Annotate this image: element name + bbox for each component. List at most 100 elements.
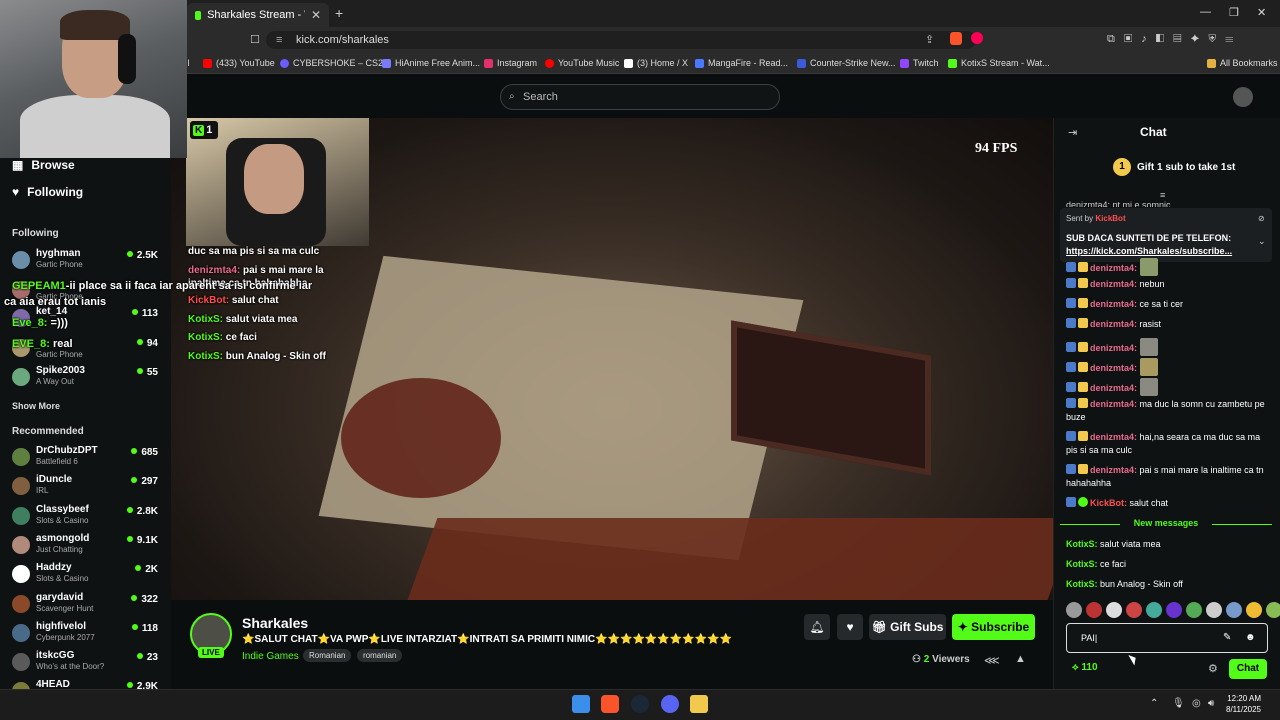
chat-input[interactable]: PAI| ✎ ☻ xyxy=(1066,623,1268,653)
window-close-icon[interactable]: ✕ xyxy=(1257,6,1266,19)
bookmark-item[interactable]: KotixS Stream - Wat... xyxy=(948,58,1050,68)
emote-icon[interactable] xyxy=(1226,602,1242,618)
chevron-down-icon[interactable]: ⌄ xyxy=(1258,236,1266,247)
bookmark-item[interactable]: Twitch xyxy=(900,58,939,68)
bookmark-item[interactable]: YouTube Music xyxy=(545,58,619,68)
gift-sub-banner[interactable]: 1 Gift 1 sub to take 1st xyxy=(1113,158,1235,176)
emote-icon[interactable] xyxy=(1066,602,1082,618)
sidebar-channel[interactable]: Classybeef Slots & Casino 2.8K xyxy=(12,504,162,530)
category-link[interactable]: Indie Games xyxy=(242,651,299,662)
notification-bell-icon[interactable]: 🔔︎ xyxy=(804,614,830,640)
bookmark-item[interactable]: CYBERSHOKE – CS2... xyxy=(280,58,391,68)
bookmark-icon[interactable]: ☐ xyxy=(250,33,260,46)
folder-icon xyxy=(1207,58,1216,68)
maximize-icon[interactable]: ❐ xyxy=(1229,6,1239,19)
new-tab-icon[interactable]: + xyxy=(335,5,343,21)
close-tab-icon[interactable]: ✕ xyxy=(311,8,321,22)
sidebar-channel[interactable]: itskcGG Who's at the Door? 23 xyxy=(12,650,162,676)
site-info-icon[interactable]: ≡ xyxy=(276,31,282,49)
bookmark-item[interactable]: (3) Home / X xyxy=(624,58,688,68)
chat-message: denizmta4: hai,na seara ca ma duc sa ma … xyxy=(1066,431,1261,455)
bookmark-item[interactable]: HiAnime Free Anim... xyxy=(382,58,480,68)
emote-icon[interactable] xyxy=(1166,602,1182,618)
emote-icon[interactable] xyxy=(1206,602,1222,618)
subscribe-link[interactable]: https://kick.com/Sharkales/subscribe... xyxy=(1066,245,1256,258)
toolbar-icons[interactable]: ⧉▣♪◧▤✦⛨☰ xyxy=(1107,33,1242,46)
channel-points[interactable]: ⟡ 110 xyxy=(1072,662,1098,673)
sidebar-channel[interactable]: garydavid Scavenger Hunt 322 xyxy=(12,592,162,618)
bookmark-item[interactable]: Counter-Strike New... xyxy=(797,58,896,68)
system-clock[interactable]: 12:20 AM 8/11/2025 xyxy=(1226,693,1261,715)
chat-message: KickBot: salut chat xyxy=(1066,497,1271,510)
chat-message: KotixS: salut viata mea xyxy=(1066,539,1161,549)
all-bookmarks[interactable]: All Bookmarks xyxy=(1207,58,1278,68)
url-field[interactable]: ≡ kick.com/sharkales xyxy=(266,31,976,49)
subscribe-button[interactable]: ✦ Subscribe xyxy=(952,614,1035,640)
sidebar-channel[interactable]: iDuncle IRL 297 xyxy=(12,474,162,500)
cybershoke-icon xyxy=(280,58,289,68)
minimize-icon[interactable]: — xyxy=(1200,6,1211,18)
sidebar-channel[interactable]: 4HEAD 2.9K xyxy=(12,679,162,689)
volume-icon[interactable]: 🔊︎ xyxy=(1208,698,1214,709)
unpin-icon[interactable]: ⊘ xyxy=(1258,214,1265,223)
emote-icon[interactable] xyxy=(1186,602,1202,618)
sidebar-channel[interactable]: DrChubzDPT Battlefield 6 685 xyxy=(12,445,162,471)
chat-settings-gear-icon[interactable]: ⚙ xyxy=(1208,662,1218,675)
quick-emote-bar xyxy=(1066,602,1280,620)
instagram-icon xyxy=(484,58,493,68)
brave-browser-icon[interactable] xyxy=(601,695,619,713)
pinned-message[interactable]: Sent by KickBot ⊘ ⌄ SUB DACA SUNTETI DE … xyxy=(1060,208,1272,262)
emoji-picker-icon[interactable]: ☻ xyxy=(1245,624,1256,652)
tray-chevron-icon[interactable]: ⌃ xyxy=(1150,698,1158,709)
chat-message: KotixS: ce faci xyxy=(1066,559,1127,569)
chat-message: denizmta4: nebun xyxy=(1066,278,1271,291)
avatar xyxy=(12,565,30,583)
emote-icon[interactable] xyxy=(1086,602,1102,618)
collapse-chat-icon[interactable]: ⇥ xyxy=(1068,126,1077,139)
bookmark-item[interactable]: Instagram xyxy=(484,58,537,68)
emote-icon[interactable] xyxy=(1146,602,1162,618)
brave-shield-icon[interactable] xyxy=(950,32,962,45)
report-icon[interactable]: ▲ xyxy=(1015,653,1026,665)
user-avatar[interactable] xyxy=(1233,87,1253,107)
show-more-link[interactable]: Show More xyxy=(12,401,60,411)
sidebar-channel[interactable]: hyghman Gartic Phone 2.5K xyxy=(12,248,162,274)
tag-romanian[interactable]: Romanian xyxy=(303,649,352,662)
file-explorer-icon[interactable] xyxy=(690,695,708,713)
follow-heart-icon[interactable]: ♥ xyxy=(837,614,863,640)
microphone-icon[interactable]: 🎙︎ xyxy=(1172,698,1185,709)
emote-icon[interactable] xyxy=(1266,602,1280,618)
avatar xyxy=(12,368,30,386)
gift-subs-button[interactable]: 🎁︎ Gift Subs xyxy=(869,614,946,640)
share-icon[interactable]: ⇪ xyxy=(925,33,934,46)
streamer-name[interactable]: Sharkales xyxy=(242,615,308,631)
share-stream-icon[interactable]: ⋘ xyxy=(984,654,1000,667)
sidebar-channel[interactable]: highfivelol Cyberpunk 2077 118 xyxy=(12,621,162,647)
sidebar-channel[interactable]: asmongold Just Chatting 9.1K xyxy=(12,533,162,559)
bookmark-item[interactable]: MangaFire - Read... xyxy=(695,58,788,68)
tag-romanian-lower[interactable]: romanian xyxy=(357,649,403,662)
sidebar-channel[interactable]: Spike2003 A Way Out 55 xyxy=(12,365,162,391)
chat-message: denizmta4: xyxy=(1066,358,1271,376)
nav-following[interactable]: ♥ Following xyxy=(12,185,83,199)
search-input[interactable]: ⌕ Search xyxy=(500,84,780,110)
steam-icon[interactable] xyxy=(631,695,649,713)
emote-icon[interactable] xyxy=(1126,602,1142,618)
network-icon[interactable]: ◎ xyxy=(1192,698,1201,709)
discord-icon[interactable] xyxy=(661,695,679,713)
chat-input-value: PAI xyxy=(1081,633,1095,643)
brave-rewards-icon[interactable] xyxy=(971,32,983,44)
bookmarks-bar: ıl (433) YouTube CYBERSHOKE – CS2... HiA… xyxy=(0,52,1280,74)
emote-icon[interactable] xyxy=(1106,602,1122,618)
sidebar-channel[interactable]: Haddzy Slots & Casino 2K xyxy=(12,562,162,588)
bookmark-item[interactable]: (433) YouTube xyxy=(203,58,275,68)
nav-browse[interactable]: ▦ Browse xyxy=(12,158,75,172)
hianime-icon xyxy=(382,58,391,68)
overlay-chat-line: KotixS: salut viata mea xyxy=(188,314,298,325)
chat-send-button[interactable]: Chat xyxy=(1229,659,1267,679)
emote-icon[interactable] xyxy=(1246,602,1262,618)
stream-title: ⭐SALUT CHAT⭐VA PWP⭐LIVE INTARZIAT⭐INTRAT… xyxy=(242,634,733,645)
windows-start-icon[interactable] xyxy=(572,695,590,713)
translate-icon[interactable]: ✎ xyxy=(1223,624,1231,652)
browser-tab[interactable]: Sharkales Stream - Watch Liv ✕ xyxy=(187,3,329,27)
